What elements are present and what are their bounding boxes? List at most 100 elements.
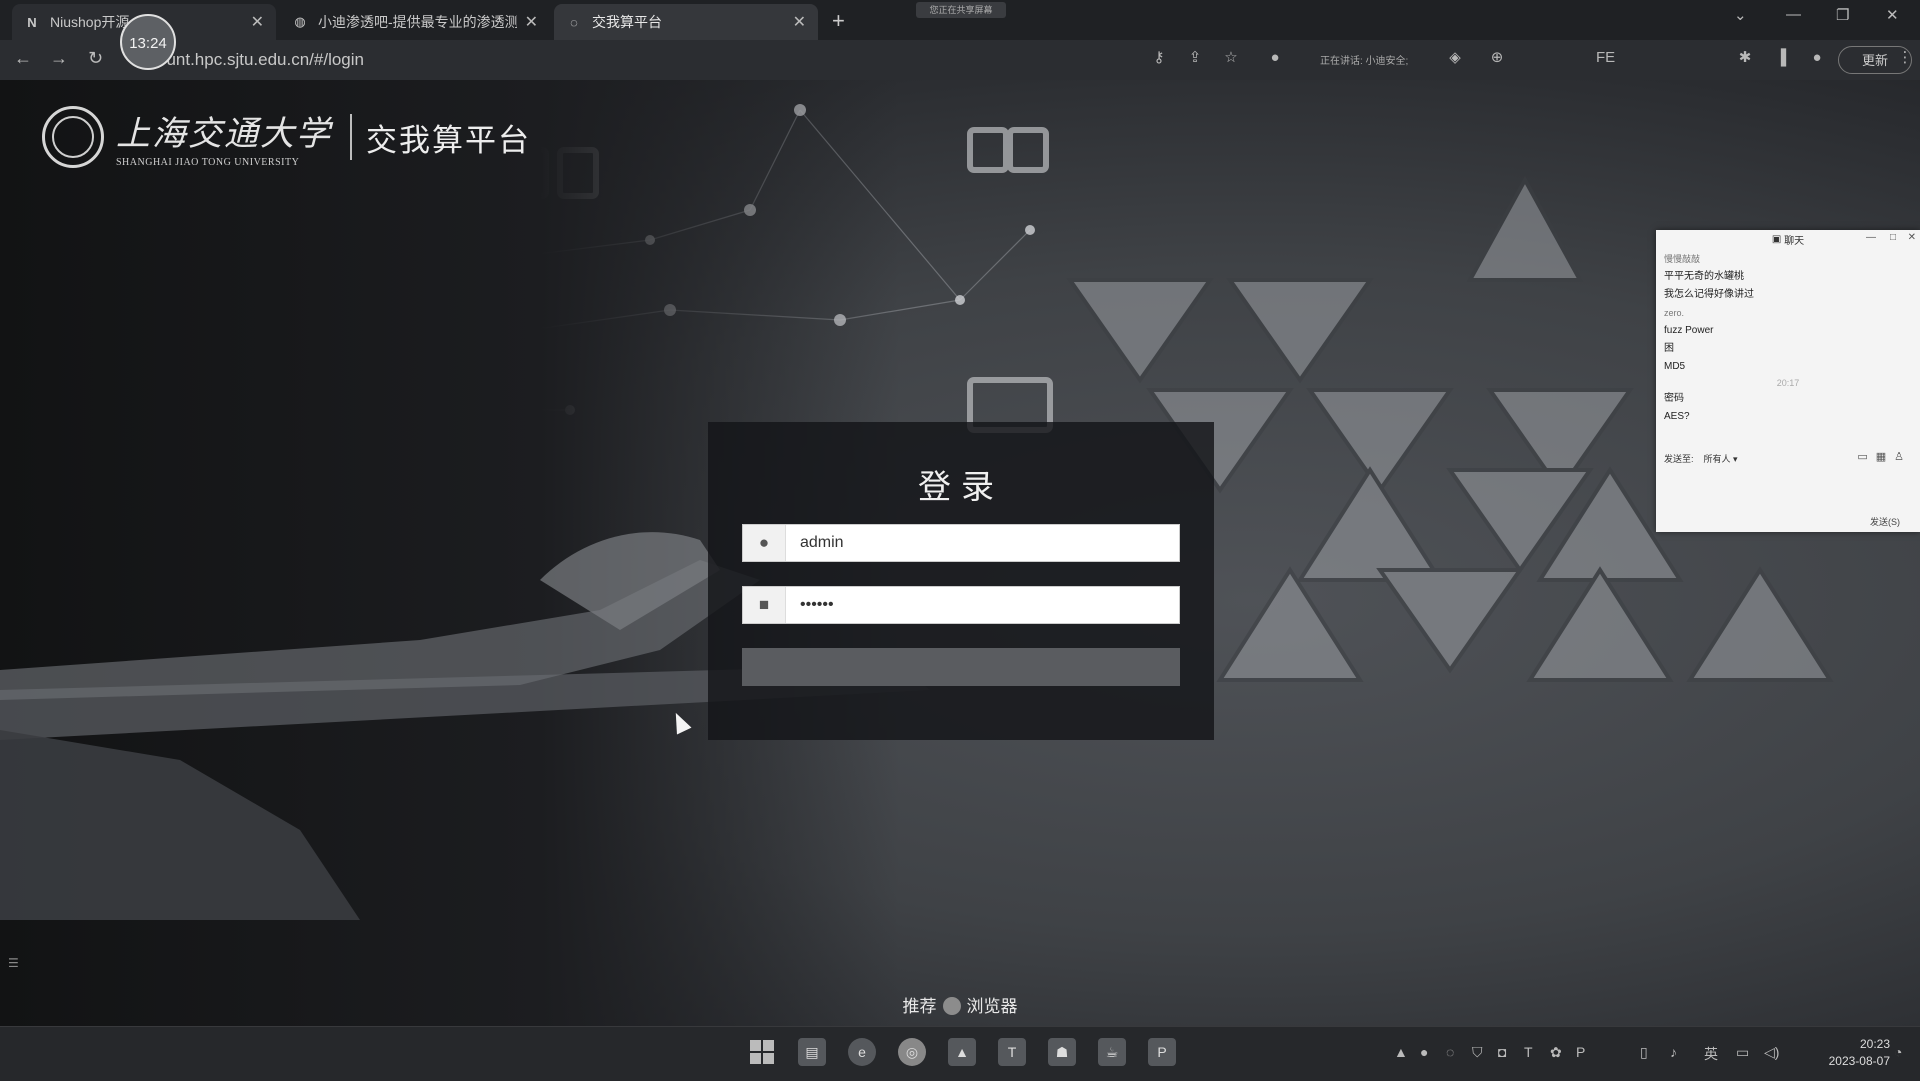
file-explorer-icon[interactable]: ▤ (798, 1038, 826, 1066)
chat-window: ▣ 聊天 — □ ✕ 慢慢敲敲 平平无奇的水罐桃 我怎么记得好像讲过 zero.… (1656, 230, 1920, 532)
chat-message: 密码 (1664, 393, 1684, 404)
login-button[interactable] (742, 648, 1180, 686)
back-icon[interactable]: ← (14, 48, 32, 69)
java-icon[interactable]: ☕ (1098, 1038, 1126, 1066)
site-favicon-icon: ◌ (570, 14, 578, 30)
burp-icon[interactable]: ☗ (1048, 1038, 1076, 1066)
microphone-icon[interactable]: ♪ (1670, 1044, 1677, 1060)
notification-icon[interactable]: ◔ (1894, 1044, 1902, 1060)
tab-search-icon[interactable]: ⌄ (1734, 6, 1747, 24)
chat-message: 我怎么记得好像讲过 (1664, 289, 1754, 300)
ime-indicator[interactable]: 英 (1704, 1044, 1718, 1064)
tray-app-icon[interactable]: ▲ (1394, 1044, 1408, 1060)
username-field: ● (742, 524, 1180, 562)
university-name-en: SHANGHAI JIAO TONG UNIVERSITY (116, 157, 300, 168)
chat-message: zero. (1664, 308, 1685, 318)
volume-icon[interactable]: ◁) (1764, 1044, 1779, 1061)
site-logo: 上海交通大学 SHANGHAI JIAO TONG UNIVERSITY 交我算… (42, 102, 531, 172)
chat-message: MD5 (1664, 361, 1686, 372)
university-seal-icon (42, 106, 104, 168)
chat-maximize-icon[interactable]: □ (1890, 232, 1896, 243)
send-to-label: 发送至: (1664, 454, 1694, 464)
close-tab-icon[interactable]: ✕ (793, 12, 806, 32)
university-name-cn: 上海交通大学 (116, 114, 332, 154)
clock-date: 2023-08-07 (1828, 1054, 1890, 1068)
windows-start-icon[interactable] (748, 1038, 776, 1066)
extension-icon[interactable]: FE (1596, 49, 1615, 67)
recording-timer: 13:24 (120, 14, 176, 70)
minimize-icon[interactable]: — (1786, 6, 1801, 23)
chat-messages: 慢慢敲敲 平平无奇的水罐桃 我怎么记得好像讲过 zero. fuzz Power… (1656, 248, 1920, 428)
window-close-icon[interactable]: ✕ (1886, 6, 1899, 24)
login-title: 登录 (918, 468, 1004, 505)
chat-title: 聊天 (1784, 235, 1805, 247)
chat-timestamp: 20:17 (1776, 378, 1800, 388)
system-clock[interactable]: 20:23 2023-08-07 (1790, 1036, 1890, 1070)
file-icon[interactable]: ▭ (1857, 451, 1875, 463)
platform-title: 交我算平台 (366, 122, 531, 158)
p-app-icon[interactable]: P (1148, 1038, 1176, 1066)
sidebar-icon[interactable]: ▐ (1772, 49, 1790, 67)
side-handle-icon[interactable]: ☰ (8, 956, 19, 970)
login-panel: 登录 ● ■ (708, 422, 1214, 740)
share-icon[interactable]: ⇪ (1186, 49, 1204, 67)
chat-header: ▣ 聊天 — □ ✕ (1656, 230, 1920, 248)
puzzle-icon[interactable]: ✱ (1736, 49, 1754, 67)
tray-app-icon[interactable]: T (1524, 1044, 1533, 1060)
password-input[interactable] (786, 588, 1179, 622)
tab-jiaowosuan[interactable]: ◌ 交我算平台 ✕ (554, 4, 818, 40)
new-tab-button[interactable]: + (832, 8, 845, 34)
username-input[interactable] (786, 526, 1179, 560)
chat-close-icon[interactable]: ✕ (1908, 232, 1916, 243)
logo-divider (350, 114, 352, 160)
password-field: ■ (742, 586, 1180, 624)
tab-label: 交我算平台 (592, 14, 662, 30)
chat-message: 慢慢敲敲 (1664, 254, 1701, 264)
star-icon[interactable]: ☆ (1222, 49, 1240, 67)
forward-icon[interactable]: → (50, 48, 68, 69)
send-button[interactable]: 发送(S) (1870, 515, 1900, 528)
user-icon: ● (743, 525, 786, 561)
clock-time: 20:23 (1859, 1037, 1890, 1051)
tray-app-icon[interactable]: ● (1420, 1044, 1428, 1060)
extension-icon[interactable]: ⊕ (1488, 49, 1506, 67)
recommend-prefix: 推荐 (902, 997, 937, 1016)
screen-share-banner: 您正在共享屏幕 (916, 2, 1006, 18)
screenshot-icon[interactable]: ▦ (1876, 451, 1894, 463)
chat-message: 困 (1664, 343, 1674, 354)
send-to-dropdown[interactable]: 所有人 ▾ (1704, 454, 1738, 464)
chat-message: fuzz Power (1664, 325, 1714, 336)
network-icon[interactable]: ▭ (1736, 1044, 1749, 1061)
restore-icon[interactable]: ❐ (1836, 6, 1849, 24)
shield-icon[interactable]: ⛉ (1472, 1044, 1483, 1061)
send-to-selector[interactable]: 发送至: 所有人 ▾ (1664, 452, 1738, 465)
mic-icon[interactable]: ● (1266, 49, 1284, 67)
chat-minimize-icon[interactable]: — (1866, 232, 1876, 243)
typora-icon[interactable]: T (998, 1038, 1026, 1066)
lock-icon: ■ (743, 587, 786, 623)
key-icon[interactable]: ⚷ (1150, 49, 1168, 67)
tray-app-icon[interactable]: ◘ (1498, 1044, 1506, 1060)
niushop-favicon-icon: N (27, 14, 37, 30)
url-input[interactable]: ccount.hpc.sjtu.edu.cn/#/login (140, 46, 1140, 74)
close-tab-icon[interactable]: ✕ (251, 12, 264, 32)
close-tab-icon[interactable]: ✕ (525, 12, 538, 32)
profile-icon[interactable]: ● (1808, 49, 1826, 67)
person-icon[interactable]: ♙ (1894, 451, 1912, 463)
chat-input[interactable] (1664, 468, 1912, 508)
chat-message: 平平无奇的水罐桃 (1664, 271, 1744, 282)
battery-icon[interactable]: ▯ (1640, 1044, 1648, 1061)
chrome-icon (942, 997, 961, 1015)
edge-icon[interactable]: e (848, 1038, 876, 1066)
chat-toolbar: ▭▦♙ (1857, 450, 1912, 463)
tray-app-icon[interactable]: ✿ (1550, 1044, 1562, 1061)
reload-icon[interactable]: ↻ (88, 48, 103, 69)
tray-app-icon[interactable]: P (1576, 1044, 1585, 1060)
menu-icon[interactable]: ⋮ (1896, 49, 1914, 67)
tab-label: 小迪渗透吧-提供最专业的渗透测 (318, 14, 517, 30)
tab-xiaodi[interactable]: ◍ 小迪渗透吧-提供最专业的渗透测 ✕ (280, 4, 550, 40)
extension-icon[interactable]: ◈ (1446, 49, 1464, 67)
chrome-taskbar-icon[interactable]: ◎ (898, 1038, 926, 1066)
tray-app-icon[interactable]: ◌ (1446, 1044, 1454, 1060)
photos-icon[interactable]: ▲ (948, 1038, 976, 1066)
